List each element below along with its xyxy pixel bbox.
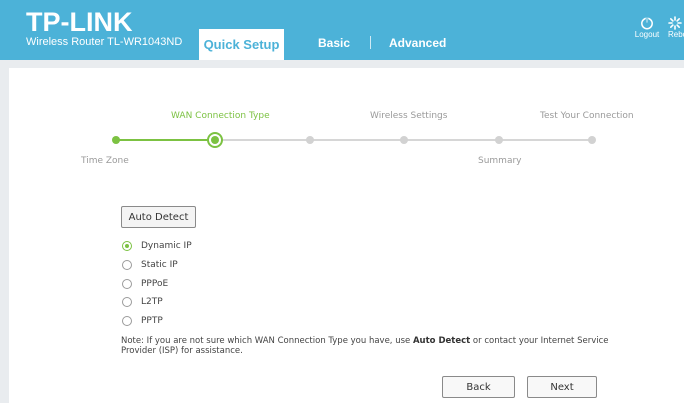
stepper-track-progress [116,139,215,141]
wan-option-static-ip[interactable]: Static IP [122,258,178,272]
top-header: TP-LINK Wireless Router TL-WR1043ND Quic… [0,0,684,60]
power-icon [641,16,653,30]
wan-option-dynamic-ip[interactable]: Dynamic IP [122,239,192,253]
wan-help-note: Note: If you are not sure which WAN Conn… [121,336,611,356]
option-label: Static IP [141,260,178,270]
reboot-icon [668,16,682,30]
radio-pptp[interactable] [122,316,132,326]
step-label-summary: Summary [478,156,522,166]
step-dot-wan-connection-type [207,132,223,148]
tab-advanced[interactable]: Advanced [389,36,446,50]
note-auto-detect: Auto Detect [412,336,471,346]
radio-dynamic-ip[interactable] [122,241,132,251]
logout-label: Logout [634,30,660,39]
radio-l2tp[interactable] [122,297,132,307]
step-dot-time-zone [112,136,120,144]
step-dot-3 [306,136,314,144]
note-text: Note: If you are not sure which WAN Conn… [121,336,413,346]
wan-option-l2tp[interactable]: L2TP [122,295,163,309]
radio-pppoe[interactable] [122,279,132,289]
tab-divider [370,36,371,49]
tab-quick-setup[interactable]: Quick Setup [199,29,284,60]
step-dot-5 [495,136,503,144]
wan-option-pptp[interactable]: PPTP [122,314,163,328]
reboot-button[interactable]: Rebo [668,16,684,40]
brand-name: TP-LINK [26,7,133,37]
step-label-wan-connection-type: WAN Connection Type [171,111,270,121]
brand-logo: TP-LINK Wireless Router TL-WR1043ND [26,8,182,49]
next-button[interactable]: Next [527,376,597,398]
option-label: L2TP [141,297,163,307]
wan-option-pppoe[interactable]: PPPoE [122,277,168,291]
back-button[interactable]: Back [442,376,515,398]
step-dot-test-your-connection [588,136,596,144]
option-label: Dynamic IP [141,241,192,251]
step-label-time-zone: Time Zone [81,156,129,166]
step-label-test-your-connection: Test Your Connection [540,111,634,121]
option-label: PPPoE [141,279,169,289]
router-model: Wireless Router TL-WR1043ND [26,36,183,48]
step-label-wireless-settings: Wireless Settings [370,111,448,121]
radio-static-ip[interactable] [122,260,132,270]
step-dot-wireless-settings [400,136,408,144]
auto-detect-button[interactable]: Auto Detect [121,206,196,228]
tab-basic[interactable]: Basic [318,36,350,50]
option-label: PPTP [141,316,163,326]
reboot-label: Rebo [668,30,684,39]
logout-button[interactable]: Logout [632,16,662,40]
